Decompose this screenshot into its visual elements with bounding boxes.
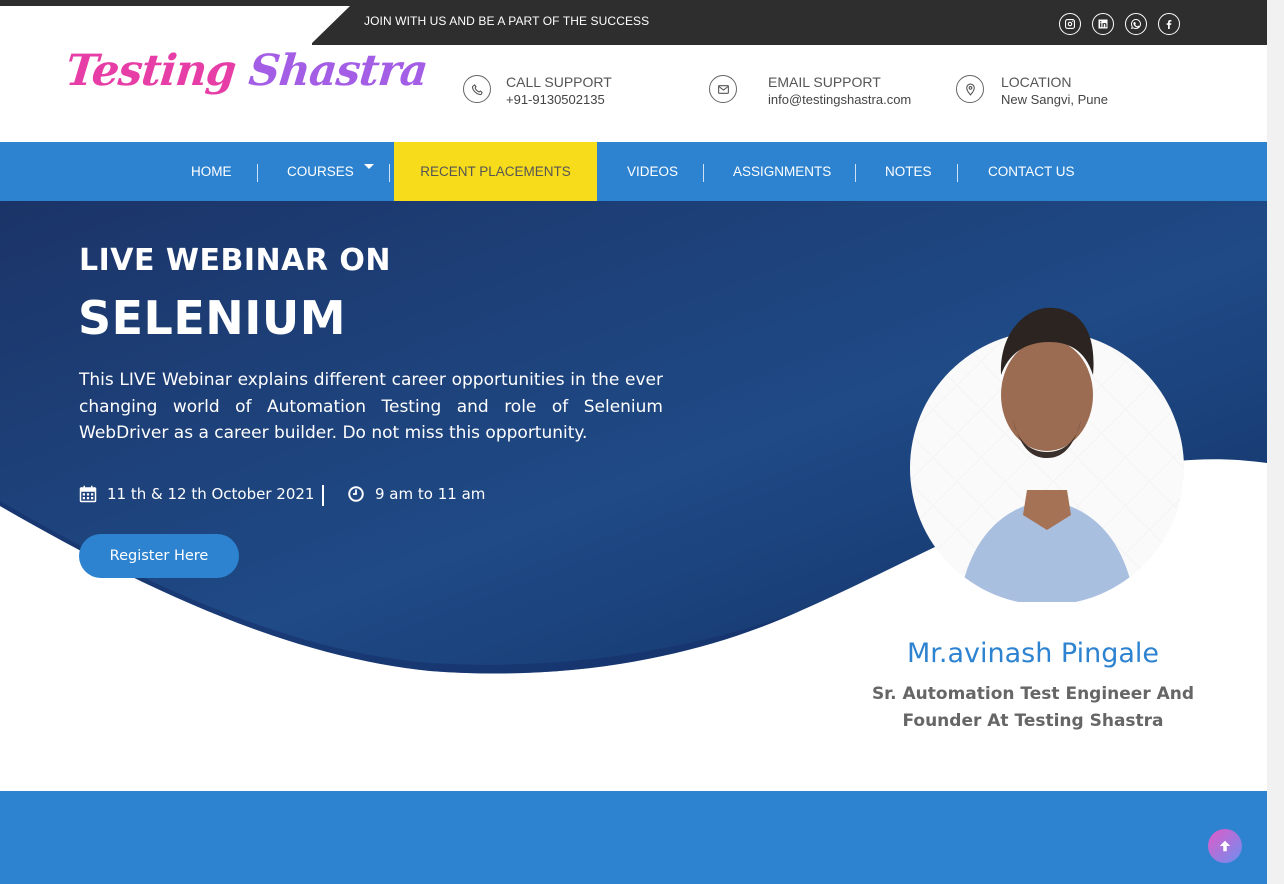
hero-title: SELENIUM <box>78 291 347 345</box>
email-support: EMAIL SUPPORT info@testingshastra.com <box>709 74 911 108</box>
location-title: LOCATION <box>1001 74 1072 90</box>
logo-part-1: Testing <box>63 46 252 96</box>
nav-notes[interactable]: NOTES <box>885 142 932 201</box>
main-nav: HOME COURSES RECENT PLACEMENTS VIDEOS AS… <box>0 142 1267 201</box>
speaker-role: Sr. Automation Test Engineer And Founder… <box>871 684 1195 731</box>
nav-courses-label: COURSES <box>287 164 354 179</box>
hero-description: This LIVE Webinar explains different car… <box>79 370 663 443</box>
tagline: JOIN WITH US AND BE A PART OF THE SUCCES… <box>364 14 650 28</box>
logo[interactable]: Testing Shastra <box>63 46 429 96</box>
nav-home[interactable]: HOME <box>191 142 232 201</box>
calendar-icon <box>79 485 97 503</box>
webinar-date-text: 11 th & 12 th October 2021 <box>107 485 315 503</box>
webinar-time-text: 9 am to 11 am <box>375 485 486 503</box>
email-support-value[interactable]: info@testingshastra.com <box>768 91 911 108</box>
logo-part-2: Shastra <box>246 46 430 96</box>
webinar-date: 11 th & 12 th October 2021 <box>79 485 314 503</box>
logo-tab <box>0 6 312 45</box>
speaker-name: Mr.avinash Pingale <box>906 638 1160 669</box>
meta-divider <box>322 485 324 506</box>
register-button[interactable]: Register Here <box>79 534 239 578</box>
clock-icon <box>348 486 364 502</box>
webinar-time: 9 am to 11 am <box>347 485 485 503</box>
nav-divider <box>957 164 958 182</box>
nav-assignments[interactable]: ASSIGNMENTS <box>733 142 831 201</box>
instagram-icon[interactable] <box>1059 13 1081 35</box>
linkedin-icon[interactable] <box>1092 13 1114 35</box>
nav-recent-placements[interactable]: RECENT PLACEMENTS <box>394 142 597 201</box>
facebook-icon[interactable] <box>1158 13 1180 35</box>
email-support-title: EMAIL SUPPORT <box>768 74 881 90</box>
logo-tab-slant <box>310 6 350 45</box>
speaker-photo <box>909 290 1185 605</box>
location-value: New Sangvi, Pune <box>1001 92 1108 107</box>
scroll-to-top-button[interactable] <box>1208 829 1242 863</box>
nav-divider <box>703 164 704 182</box>
nav-courses[interactable]: COURSES <box>287 142 374 201</box>
call-support-title: CALL SUPPORT <box>506 74 612 90</box>
nav-divider <box>855 164 856 182</box>
nav-videos[interactable]: VIDEOS <box>627 142 678 201</box>
whatsapp-icon[interactable] <box>1125 13 1147 35</box>
phone-icon <box>463 75 491 103</box>
nav-contact-us[interactable]: CONTACT US <box>988 142 1075 201</box>
nav-divider <box>257 164 258 182</box>
caret-down-icon <box>363 164 374 169</box>
hero-subtitle: LIVE WEBINAR ON <box>79 243 392 278</box>
social-links <box>1059 13 1180 35</box>
scrollbar[interactable] <box>1267 0 1284 884</box>
nav-divider <box>389 164 390 182</box>
footer-band <box>0 791 1267 884</box>
envelope-icon <box>709 75 737 103</box>
call-support-value[interactable]: +91-9130502135 <box>506 91 612 108</box>
location: LOCATION New Sangvi, Pune <box>956 74 1108 108</box>
map-marker-icon <box>956 75 984 103</box>
arrow-up-icon <box>1219 840 1231 852</box>
call-support: CALL SUPPORT +91-9130502135 <box>463 74 612 108</box>
